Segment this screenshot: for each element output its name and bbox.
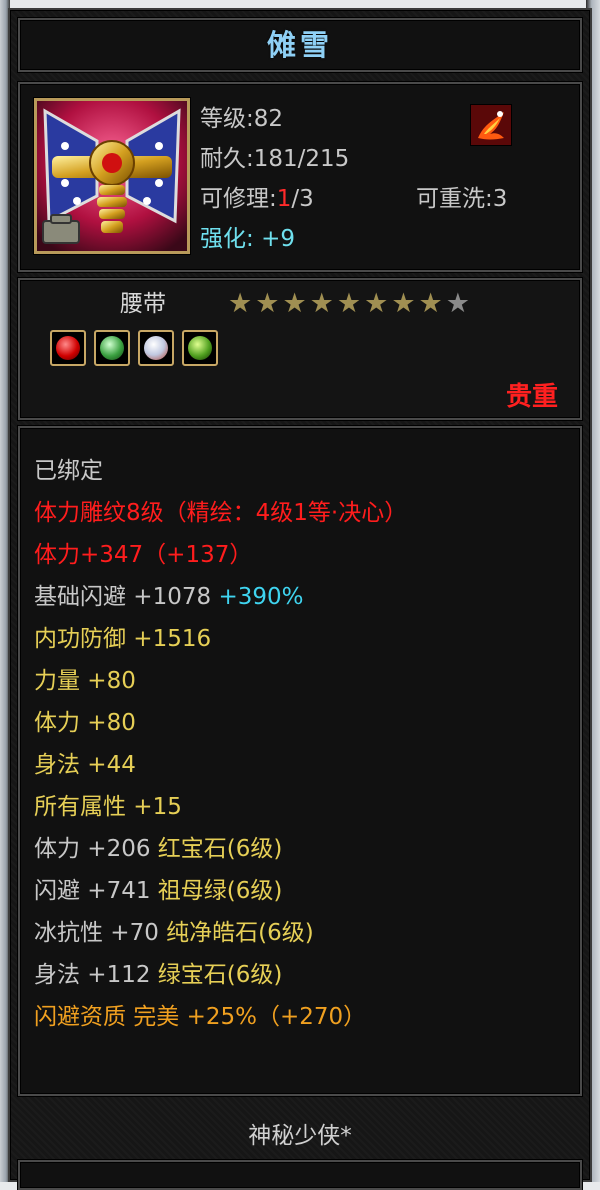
level-row: 等级:82 bbox=[200, 100, 283, 138]
white-gem-icon[interactable] bbox=[138, 330, 174, 366]
attribute-text: 身法 +112 bbox=[34, 962, 158, 988]
attribute-line: 内功防御 +1516 bbox=[34, 618, 407, 660]
level-label: 等级: bbox=[200, 106, 254, 132]
attribute-line: 冰抗性 +70 纯净皓石(6级) bbox=[34, 912, 407, 954]
star-filled-icon: ★ bbox=[282, 288, 307, 319]
attribute-line: 所有属性 +15 bbox=[34, 786, 407, 828]
star-filled-icon: ★ bbox=[228, 288, 253, 319]
title-bar: 傩雪 bbox=[18, 18, 582, 72]
attribute-line: 体力+347（+137） bbox=[34, 534, 407, 576]
attribute-text: 冰抗性 +70 bbox=[34, 920, 167, 946]
attribute-list: 已绑定体力雕纹8级（精绘：4级1等·决心） 体力+347（+137） 基础闪避 +1… bbox=[34, 450, 407, 1038]
attribute-text: 内功防御 +1516 bbox=[34, 626, 212, 652]
enhance-value: +9 bbox=[261, 226, 295, 252]
attribute-text: 体力 +80 bbox=[34, 710, 136, 736]
attribute-text: +390% bbox=[218, 584, 304, 610]
attribute-text: 纯净皓石(6级) bbox=[166, 920, 314, 946]
repair-row: 可修理:1/3 bbox=[200, 180, 314, 218]
type-panel: 腰带 ★ ★ ★ ★ ★ ★ ★ ★ ★ 贵重 bbox=[18, 278, 582, 420]
star-filled-icon: ★ bbox=[364, 288, 389, 319]
belt-icon bbox=[37, 101, 187, 251]
attribute-line: 闪避 +741 祖母绿(6级) bbox=[34, 870, 407, 912]
attribute-line: 闪避资质 完美 +25%（+270） bbox=[34, 996, 407, 1038]
item-tooltip: 傩雪 等级:82 耐久:181/215 可修理:1/3 可重洗:3 强化: +9… bbox=[8, 8, 592, 1190]
gem-sockets bbox=[50, 330, 218, 366]
rewash-row: 可重洗:3 bbox=[416, 180, 507, 218]
attribute-text: 基础闪避 +1078 bbox=[34, 584, 219, 610]
item-type: 腰带 bbox=[120, 291, 166, 317]
durability-value: 181/215 bbox=[253, 146, 350, 172]
attribute-text: 体力+347（+137） bbox=[34, 542, 253, 568]
attribute-text: 所有属性 +15 bbox=[34, 794, 182, 820]
item-header: 等级:82 耐久:181/215 可修理:1/3 可重洗:3 强化: +9 bbox=[18, 82, 582, 272]
attribute-line: 身法 +112 绿宝石(6级) bbox=[34, 954, 407, 996]
attribute-line: 身法 +44 bbox=[34, 744, 407, 786]
attribute-line: 基础闪避 +1078 +390% bbox=[34, 576, 407, 618]
bottom-panel bbox=[18, 1160, 582, 1190]
attributes-panel: 已绑定体力雕纹8级（精绘：4级1等·决心） 体力+347（+137） 基础闪避 +1… bbox=[18, 426, 582, 1096]
star-filled-icon: ★ bbox=[255, 288, 280, 319]
rarity-label: 贵重 bbox=[505, 382, 558, 412]
star-empty-icon: ★ bbox=[445, 288, 470, 319]
attribute-text: 红宝石(6级) bbox=[157, 836, 283, 862]
attribute-text: 体力雕纹8级（精绘：4级1等·决心） bbox=[34, 500, 408, 526]
attribute-line: 体力 +80 bbox=[34, 702, 407, 744]
star-filled-icon: ★ bbox=[309, 288, 334, 319]
attribute-text: 已绑定 bbox=[34, 458, 103, 484]
item-name: 傩雪 bbox=[266, 28, 333, 62]
attribute-text: 力量 +80 bbox=[34, 668, 136, 694]
attribute-line: 体力雕纹8级（精绘：4级1等·决心） bbox=[34, 492, 407, 534]
attribute-text: 闪避资质 完美 +25%（+270） bbox=[34, 1004, 367, 1030]
rewash-label: 可重洗: bbox=[416, 186, 493, 212]
attribute-text: 绿宝石(6级) bbox=[157, 962, 283, 988]
attribute-text: 身法 +44 bbox=[34, 752, 136, 778]
star-filled-icon: ★ bbox=[418, 288, 443, 319]
attribute-line: 已绑定 bbox=[34, 450, 407, 492]
attribute-line: 力量 +80 bbox=[34, 660, 407, 702]
star-rating: ★ ★ ★ ★ ★ ★ ★ ★ ★ bbox=[228, 290, 470, 318]
attribute-text: 闪避 +741 bbox=[34, 878, 158, 904]
repair-count: 1 bbox=[276, 186, 292, 212]
enhance-label: 强化: bbox=[200, 226, 254, 252]
enhance-row: 强化: +9 bbox=[200, 220, 295, 258]
durability-row: 耐久:181/215 bbox=[200, 140, 349, 178]
green-leaf-gem-icon[interactable] bbox=[94, 330, 130, 366]
level-value: 82 bbox=[253, 106, 284, 132]
repair-total: /3 bbox=[291, 186, 314, 212]
maker-name: 神秘少侠* bbox=[248, 1123, 352, 1149]
red-gem-icon[interactable] bbox=[50, 330, 86, 366]
durability-label: 耐久: bbox=[200, 146, 254, 172]
attribute-line: 体力 +206 红宝石(6级) bbox=[34, 828, 407, 870]
attribute-text: 祖母绿(6级) bbox=[157, 878, 283, 904]
attribute-text: 体力 +206 bbox=[34, 836, 158, 862]
repair-label: 可修理: bbox=[200, 186, 277, 212]
phoenix-badge-icon[interactable] bbox=[470, 104, 512, 146]
star-filled-icon: ★ bbox=[391, 288, 416, 319]
item-icon-frame[interactable] bbox=[34, 98, 190, 254]
star-filled-icon: ★ bbox=[336, 288, 362, 319]
rewash-value: 3 bbox=[492, 186, 508, 212]
green-gem-icon[interactable] bbox=[182, 330, 218, 366]
